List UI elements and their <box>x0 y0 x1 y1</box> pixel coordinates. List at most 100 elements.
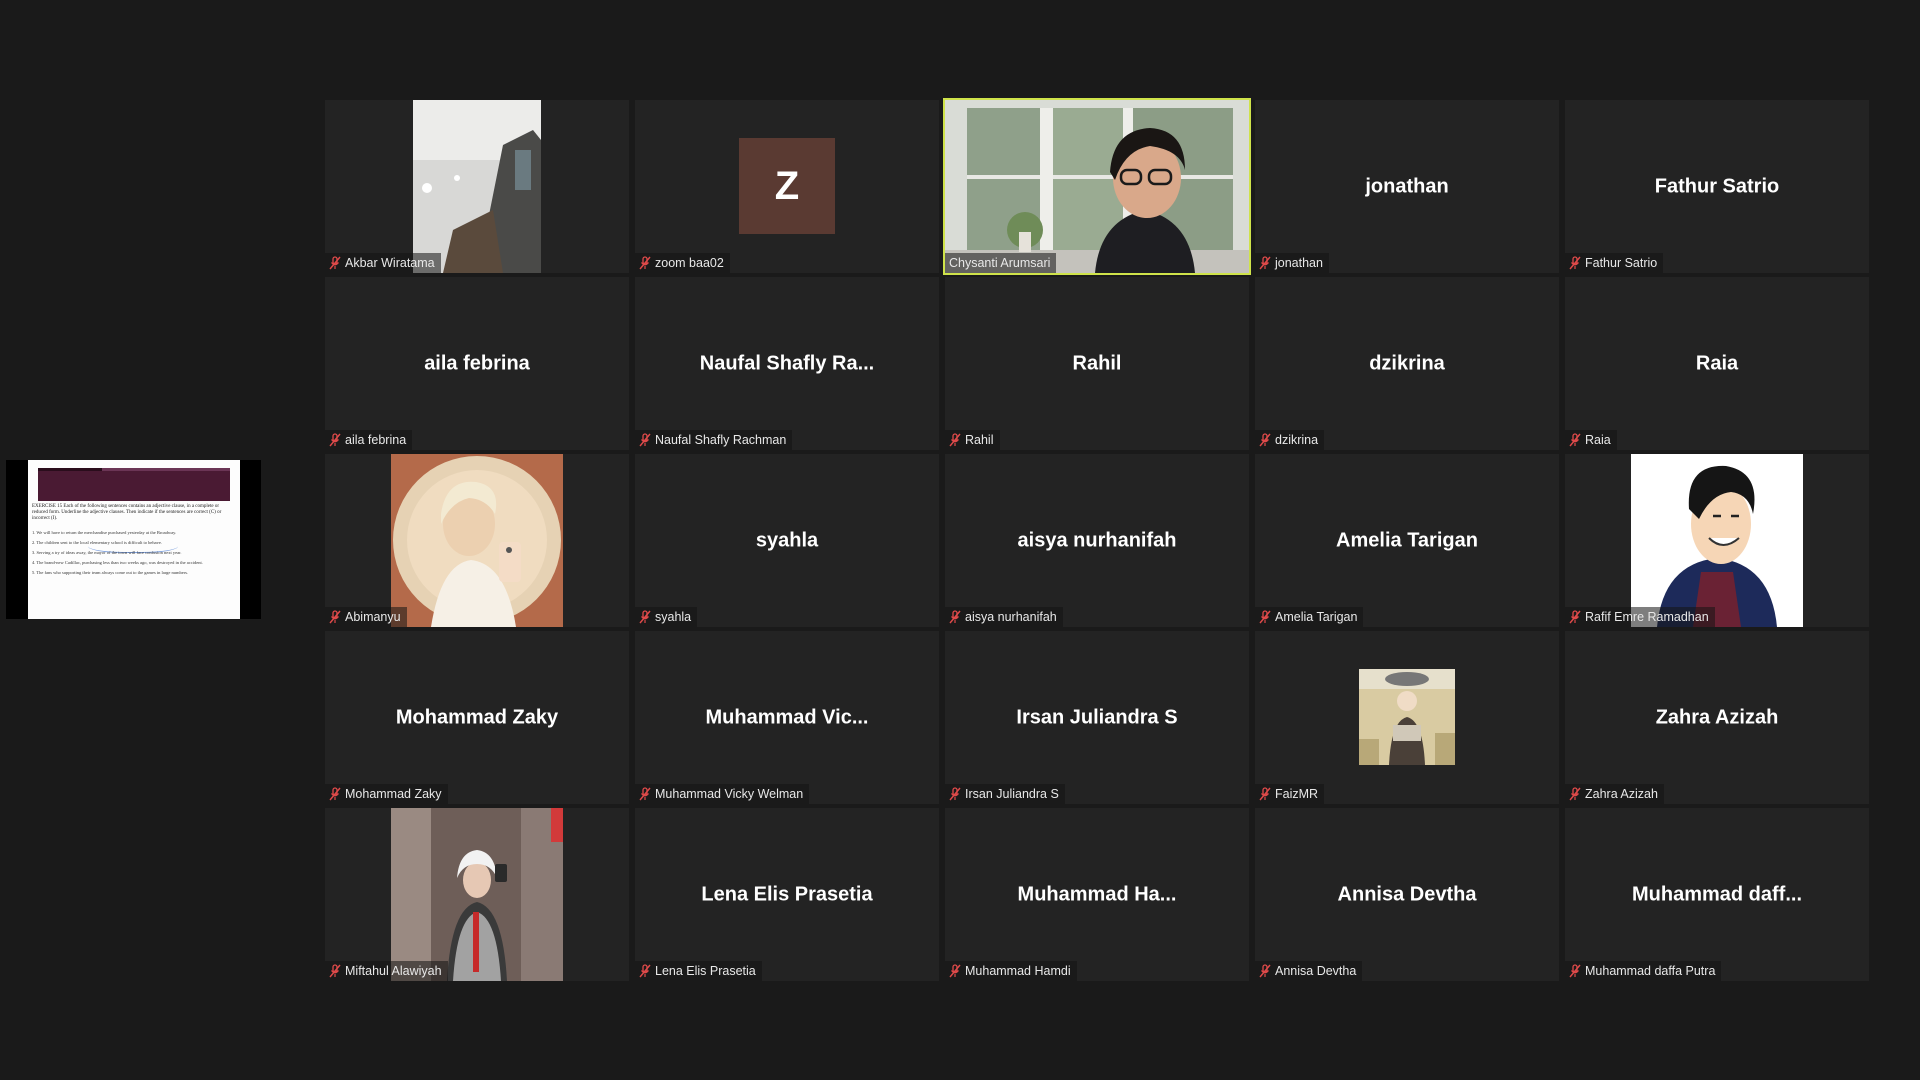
participant-name-label: FaizMR <box>1255 784 1325 804</box>
muted-mic-icon <box>329 256 341 270</box>
participant-name-text: zoom baa02 <box>655 256 724 270</box>
muted-mic-icon <box>329 433 341 447</box>
muted-mic-icon <box>949 787 961 801</box>
document-line: 3. Serving a try of ideas away, the mayo… <box>32 550 182 555</box>
participant-name-label: aila febrina <box>325 430 413 450</box>
document-lines: 1. We will have to return the merchandis… <box>32 530 236 580</box>
participant-tile-lena-elis-prasetia[interactable]: Lena Elis Prasetia Lena Elis Prasetia <box>635 808 939 981</box>
muted-mic-icon <box>1569 610 1581 624</box>
participant-tile-zoom-baa02[interactable]: Zzoom baa02 <box>635 100 939 273</box>
participant-name-text: dzikrina <box>1275 433 1319 447</box>
participant-display-name: Lena Elis Prasetia <box>701 883 873 905</box>
participant-name-text: Muhammad Hamdi <box>965 964 1071 978</box>
muted-mic-icon <box>1259 610 1271 624</box>
participant-name-text: jonathan <box>1275 256 1323 270</box>
participant-tile-rafif-emre-ramadhan[interactable]: Rafif Emre Ramadhan <box>1565 454 1869 627</box>
participant-tile-annisa-devtha[interactable]: Annisa Devtha Annisa Devtha <box>1255 808 1559 981</box>
participant-display-name: Raia <box>1695 352 1739 374</box>
participant-name-text: Mohammad Zaky <box>345 787 442 801</box>
participant-name-text: Zahra Azizah <box>1585 787 1658 801</box>
document-line: 2. The children sent to the local elemen… <box>32 540 163 545</box>
participant-name-label: Fathur Satrio <box>1565 253 1664 273</box>
participant-display-name: syahla <box>755 529 819 551</box>
participant-tile-muhammad-hamdi[interactable]: Muhammad Ha... Muhammad Hamdi <box>945 808 1249 981</box>
participant-tile-aisya-nurhanifah[interactable]: aisya nurhanifah aisya nurhanifah <box>945 454 1249 627</box>
participant-tile-jonathan[interactable]: jonathan jonathan <box>1255 100 1559 273</box>
participant-name-label: Rahil <box>945 430 1000 450</box>
participant-tile-fathur-satrio[interactable]: Fathur Satrio Fathur Satrio <box>1565 100 1869 273</box>
participant-tile-faizmr[interactable]: FaizMR <box>1255 631 1559 804</box>
participant-name-label: Mohammad Zaky <box>325 784 448 804</box>
participant-name-label: syahla <box>635 607 698 627</box>
participant-tile-abimanyu[interactable]: Abimanyu <box>325 454 629 627</box>
participant-tile-aila-febrina[interactable]: aila febrina aila febrina <box>325 277 629 450</box>
participant-display-name: Fathur Satrio <box>1654 175 1780 197</box>
participant-tile-mohammad-zaky[interactable]: Mohammad Zaky Mohammad Zaky <box>325 631 629 804</box>
participant-name-label: Raia <box>1565 430 1617 450</box>
participant-display-name: aisya nurhanifah <box>1017 529 1177 551</box>
participant-name-label: Muhammad Vicky Welman <box>635 784 810 804</box>
shared-document-page: EXERCISE 15 Each of the following senten… <box>28 460 240 619</box>
participant-tile-irsan-juliandra-s[interactable]: Irsan Juliandra S Irsan Juliandra S <box>945 631 1249 804</box>
participant-name-label: jonathan <box>1255 253 1329 273</box>
participant-name-text: Naufal Shafly Rachman <box>655 433 787 447</box>
participant-display-name: Rahil <box>1072 352 1122 374</box>
muted-mic-icon <box>329 787 341 801</box>
participant-tile-zahra-azizah[interactable]: Zahra Azizah Zahra Azizah <box>1565 631 1869 804</box>
gallery-view: Akbar Wiratama Zzoom baa02 Chysanti Arumsa… <box>325 98 1869 981</box>
participant-tile-muhammad-vicky-welman[interactable]: Muhammad Vic... Muhammad Vicky Welman <box>635 631 939 804</box>
shared-screen-thumbnail[interactable]: EXERCISE 15 Each of the following senten… <box>6 460 261 619</box>
participant-display-name: Muhammad Ha... <box>1017 883 1177 905</box>
participant-name-text: Akbar Wiratama <box>345 256 435 270</box>
participant-display-name: jonathan <box>1365 175 1449 197</box>
participant-name-text: Amelia Tarigan <box>1275 610 1358 624</box>
participant-name-label: dzikrina <box>1255 430 1325 450</box>
participant-tile-muhammad-daffa-putra[interactable]: Muhammad daff... Muhammad daffa Putra <box>1565 808 1869 981</box>
participant-display-name: Mohammad Zaky <box>395 706 559 728</box>
document-line: 1. We will have to return the merchandis… <box>32 530 177 535</box>
muted-mic-icon <box>1259 787 1271 801</box>
participant-tile-naufal-shafly-rachman[interactable]: Naufal Shafly Ra... Naufal Shafly Rachman <box>635 277 939 450</box>
participant-tile-chysanti-arumsari[interactable]: Chysanti Arumsari <box>943 98 1251 275</box>
participant-tile-rahil[interactable]: Rahil Rahil <box>945 277 1249 450</box>
participant-name-label: Chysanti Arumsari <box>945 253 1057 273</box>
muted-mic-icon <box>639 256 651 270</box>
video-feed <box>413 100 541 273</box>
participant-tile-dzikrina[interactable]: dzikrina dzikrina <box>1255 277 1559 450</box>
participant-name-label: Muhammad Hamdi <box>945 961 1077 981</box>
participant-name-label: Lena Elis Prasetia <box>635 961 762 981</box>
muted-mic-icon <box>1569 787 1581 801</box>
participant-name-text: Fathur Satrio <box>1585 256 1658 270</box>
document-exercise-title: EXERCISE 15 Each of the following senten… <box>32 504 222 521</box>
document-banner <box>38 468 230 501</box>
participant-tile-akbar-wiratama[interactable]: Akbar Wiratama <box>325 100 629 273</box>
document-line: 5. The fans who supporting their team al… <box>32 570 189 575</box>
participant-display-name: dzikrina <box>1369 352 1445 374</box>
participant-tile-syahla[interactable]: syahla syahla <box>635 454 939 627</box>
participant-name-text: syahla <box>655 610 692 624</box>
avatar-initial: Z <box>739 138 835 234</box>
participant-name-label: Irsan Juliandra S <box>945 784 1065 804</box>
participant-name-text: Chysanti Arumsari <box>949 256 1051 270</box>
participant-name-label: Abimanyu <box>325 607 407 627</box>
muted-mic-icon <box>1259 256 1271 270</box>
muted-mic-icon <box>1259 964 1271 978</box>
participant-name-label: Annisa Devtha <box>1255 961 1363 981</box>
participant-name-text: Muhammad Vicky Welman <box>655 787 804 801</box>
muted-mic-icon <box>329 610 341 624</box>
video-feed <box>391 808 563 981</box>
muted-mic-icon <box>1259 433 1271 447</box>
participant-name-label: Zahra Azizah <box>1565 784 1664 804</box>
participant-name-label: Naufal Shafly Rachman <box>635 430 793 450</box>
participant-name-text: Muhammad daffa Putra <box>1585 964 1716 978</box>
participant-tile-miftahul-alawiyah[interactable]: Miftahul Alawiyah <box>325 808 629 981</box>
muted-mic-icon <box>1569 433 1581 447</box>
video-feed <box>1631 454 1803 627</box>
muted-mic-icon <box>949 610 961 624</box>
participant-tile-amelia-tarigan[interactable]: Amelia Tarigan Amelia Tarigan <box>1255 454 1559 627</box>
profile-picture <box>1359 669 1455 765</box>
participant-display-name: Irsan Juliandra S <box>1016 706 1178 728</box>
participant-tile-raia[interactable]: Raia Raia <box>1565 277 1869 450</box>
participant-display-name: Muhammad Vic... <box>705 706 869 728</box>
participant-display-name: Amelia Tarigan <box>1336 529 1478 551</box>
